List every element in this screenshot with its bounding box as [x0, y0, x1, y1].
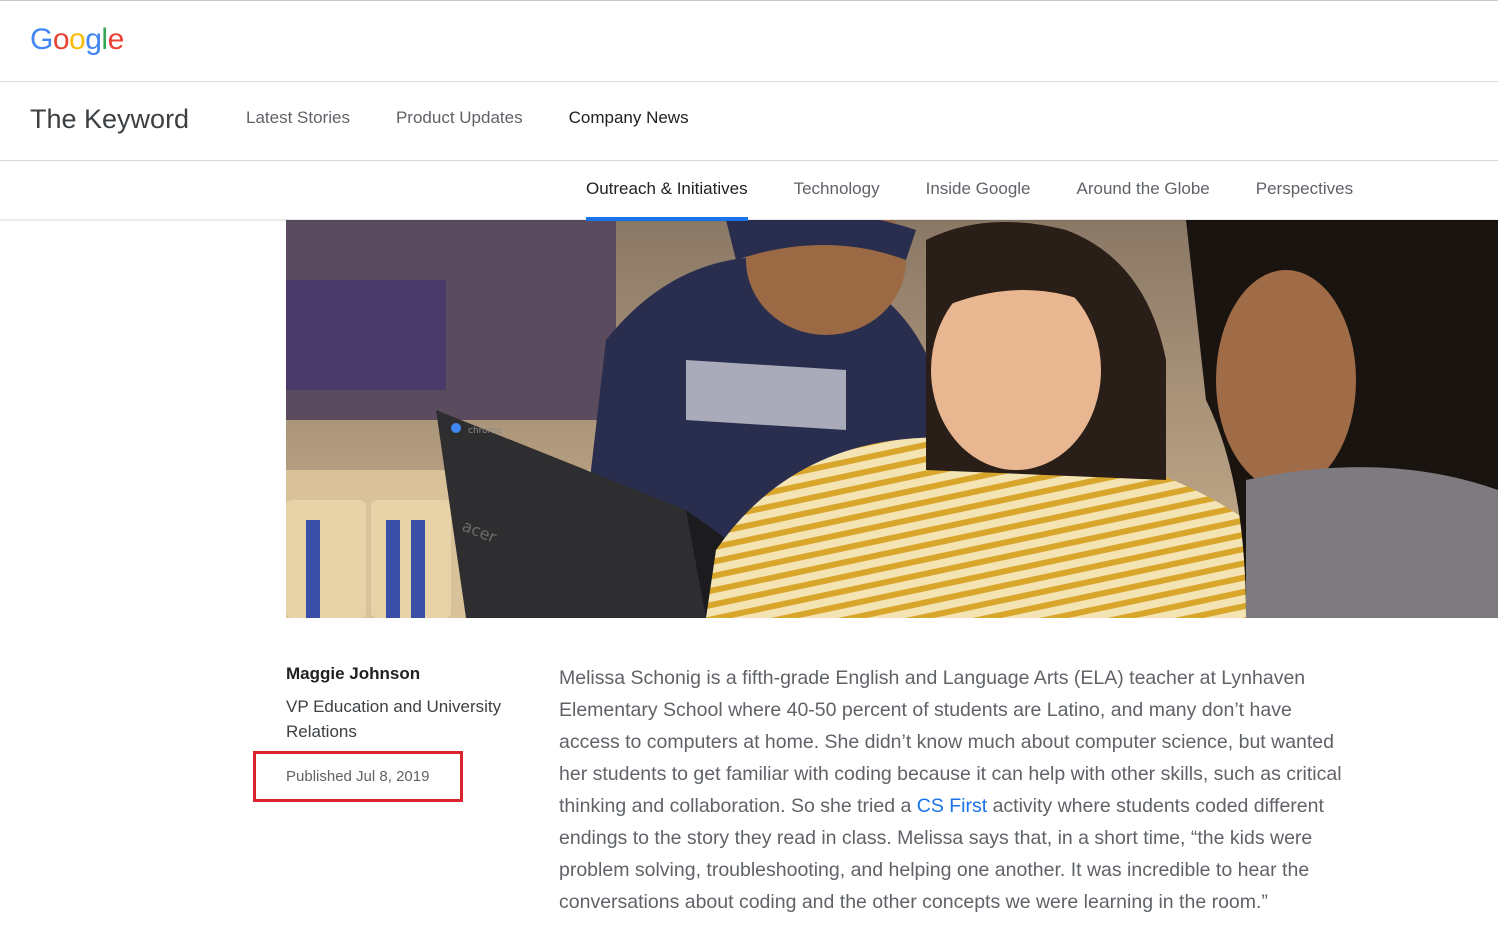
logo-letter: G [30, 23, 53, 56]
nav-company-news[interactable]: Company News [569, 108, 689, 128]
hero-photo-illustration: chrome acer [286, 220, 1498, 618]
tab-around-the-globe[interactable]: Around the Globe [1077, 161, 1210, 219]
logo-bar: Google [0, 1, 1498, 82]
tab-technology[interactable]: Technology [794, 161, 880, 219]
main-header: The Keyword Latest Stories Product Updat… [0, 82, 1498, 161]
main-nav: Latest Stories Product Updates Company N… [246, 108, 689, 128]
published-date: Published Jul 8, 2019 [286, 768, 430, 785]
tab-inside-google[interactable]: Inside Google [926, 161, 1031, 219]
logo-letter: e [107, 23, 125, 56]
author-role: VP Education and University Relations [286, 697, 502, 741]
nav-latest-stories[interactable]: Latest Stories [246, 108, 350, 128]
logo-letter: o [52, 23, 70, 56]
hero-image: chrome acer [286, 220, 1498, 618]
logo-letter: g [85, 23, 102, 56]
author-name: Maggie Johnson [286, 664, 421, 683]
cs-first-link[interactable]: CS First [917, 795, 987, 817]
site-title[interactable]: The Keyword [30, 104, 189, 135]
sub-nav-bar: Outreach & Initiatives Technology Inside… [0, 161, 1498, 221]
sub-nav: Outreach & Initiatives Technology Inside… [586, 161, 1353, 221]
author-block: Maggie Johnson VP Education and Universi… [286, 663, 526, 744]
article-body: Melissa Schonig is a fifth-grade English… [559, 662, 1349, 918]
laptop-os-label: chrome [468, 426, 502, 436]
tab-outreach-initiatives[interactable]: Outreach & Initiatives [586, 161, 748, 221]
nav-product-updates[interactable]: Product Updates [396, 108, 523, 128]
tab-perspectives[interactable]: Perspectives [1256, 161, 1353, 219]
google-logo[interactable]: Google [30, 23, 124, 57]
logo-letter: o [69, 23, 86, 56]
